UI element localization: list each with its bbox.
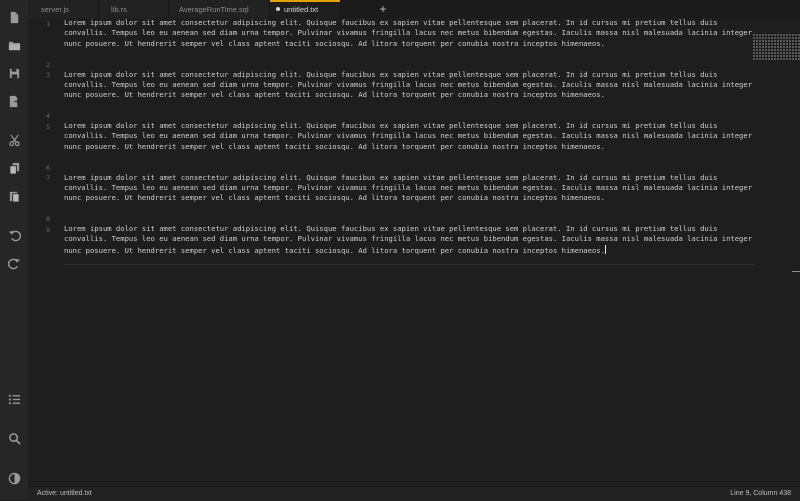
paste-icon[interactable] <box>0 184 28 208</box>
editor[interactable]: 1 2 3 4 5 6 7 8 9 Lorem ipsum dolor sit … <box>28 18 800 486</box>
tab-label: lib.rs <box>111 4 127 14</box>
tab-lib-rs[interactable]: lib.rs <box>99 0 169 18</box>
tab-label: server.js <box>41 4 69 14</box>
text-paragraph: Lorem ipsum dolor sit amet consectetur a… <box>64 172 753 203</box>
text-cursor <box>604 244 606 254</box>
copy-icon[interactable] <box>0 156 28 180</box>
line-number: 7 <box>46 174 50 182</box>
active-file-status: Active: untitled.txt <box>37 490 92 497</box>
text-paragraph-current: Lorem ipsum dolor sit amet consectetur a… <box>64 224 754 256</box>
line-number: 8 <box>46 215 50 223</box>
current-line-underline <box>64 264 754 265</box>
status-bar: Active: untitled.txt Line 9, Column 438 <box>28 486 800 501</box>
text-paragraph: Lorem ipsum dolor sit amet consectetur a… <box>64 69 753 100</box>
text-paragraph: Lorem ipsum dolor sit amet consectetur a… <box>64 121 753 151</box>
sidebar <box>0 0 29 500</box>
undo-icon[interactable] <box>0 223 28 247</box>
open-folder-icon[interactable] <box>0 33 28 57</box>
scrollbar-marker[interactable] <box>792 271 800 272</box>
line-number: 6 <box>46 164 50 172</box>
cursor-position-status: Line 9, Column 438 <box>730 490 791 497</box>
line-number: 5 <box>46 123 50 131</box>
new-file-icon[interactable] <box>0 5 28 29</box>
minimap[interactable] <box>753 34 800 64</box>
cut-icon[interactable] <box>0 128 28 152</box>
text-paragraph: Lorem ipsum dolor sit amet consectetur a… <box>64 18 753 48</box>
save-icon[interactable] <box>0 61 28 85</box>
line-number: 3 <box>46 71 50 79</box>
tab-averageruntime-sql[interactable]: AverageRunTime.sql <box>169 0 270 18</box>
line-number: 2 <box>46 61 50 69</box>
line-number: 9 <box>46 226 50 234</box>
unsaved-dot-icon <box>276 7 280 11</box>
text-paragraph: Lorem ipsum dolor sit amet consectetur a… <box>64 224 753 255</box>
redo-icon[interactable] <box>0 251 28 275</box>
tab-untitled-txt[interactable]: untitled.txt <box>270 0 341 18</box>
list-icon[interactable] <box>0 387 28 411</box>
tab-label: AverageRunTime.sql <box>179 4 249 14</box>
tab-label: untitled.txt <box>284 4 319 14</box>
theme-icon[interactable] <box>0 466 28 490</box>
line-number: 4 <box>46 112 50 120</box>
search-icon[interactable] <box>0 426 28 450</box>
new-tab-button[interactable]: + <box>377 0 389 18</box>
line-number: 1 <box>46 20 50 28</box>
tab-server-js[interactable]: server.js <box>28 0 99 18</box>
tab-bar: server.js lib.rs AverageRunTime.sql unti… <box>28 0 800 18</box>
export-icon[interactable] <box>0 89 28 113</box>
